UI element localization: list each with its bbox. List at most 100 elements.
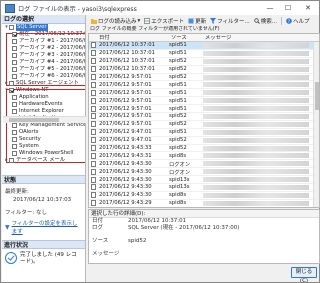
log-entry-icon — [91, 176, 96, 183]
tree-item[interactable]: ▾ SQL Server — [2, 24, 85, 31]
cell-message-redacted — [203, 177, 309, 183]
log-tree: ▾ SQL Server 現在 - 2017/06/12 10:37:00 アーカイブ… — [2, 24, 85, 164]
cell-message-redacted — [203, 66, 309, 72]
close-window-button[interactable]: ✕ — [297, 1, 319, 15]
log-checkbox[interactable] — [12, 39, 17, 44]
table-row[interactable]: 2017/06/12 10:37:01 spid51 — [89, 42, 319, 50]
maximize-button[interactable]: ☐ — [279, 1, 297, 15]
table-row[interactable]: 2017/06/12 10:37:01 spid52 — [89, 58, 319, 66]
search-button[interactable]: 検索... — [254, 17, 277, 25]
log-entry-icon — [91, 58, 96, 65]
cell-source: spid52 — [169, 66, 187, 73]
log-checkbox[interactable] — [9, 25, 14, 30]
column-date[interactable]: 日付 — [89, 34, 169, 41]
toolbar-separator — [281, 16, 283, 25]
log-checkbox[interactable] — [12, 137, 17, 142]
cell-message-redacted — [203, 90, 309, 96]
table-row[interactable]: 2017/06/12 9:57:01 spid52 — [89, 113, 319, 121]
table-row[interactable]: 2017/06/12 10:37:01 spid52 — [89, 66, 319, 74]
cell-date: 2017/06/12 9:57:01 — [99, 89, 152, 96]
progress-header: 進行状況 — [2, 240, 85, 249]
cell-message-redacted — [203, 74, 309, 80]
close-button[interactable]: 閉じる(C) — [291, 267, 317, 283]
cell-date: 2017/06/12 9:43:31 — [99, 152, 152, 159]
cell-source: spid8s — [169, 152, 187, 159]
log-checkbox[interactable] — [12, 109, 17, 114]
cell-message-redacted — [203, 161, 309, 167]
grid-vertical-scrollbar[interactable] — [313, 42, 319, 207]
log-entry-icon — [91, 97, 96, 104]
grid-header: 日付 ソース メッセージ — [89, 34, 319, 42]
log-checkbox[interactable] — [12, 123, 17, 128]
cell-date: 2017/06/12 9:43:29 — [99, 200, 152, 207]
refresh-button[interactable]: 更新 — [188, 17, 206, 25]
table-row[interactable]: 2017/06/12 9:57:01 spid51 — [89, 89, 319, 98]
log-checkbox[interactable] — [12, 67, 17, 72]
log-checkbox[interactable] — [12, 53, 17, 58]
table-row[interactable]: 2017/06/12 9:57:01 spid51 — [89, 81, 319, 90]
log-checkbox[interactable] — [12, 74, 17, 79]
cell-source: spid8s — [169, 192, 187, 199]
load-log-label: ログの読み込み — [98, 18, 137, 25]
export-button[interactable]: エクスポート — [144, 17, 184, 25]
log-checkbox[interactable] — [12, 102, 17, 107]
log-checkbox[interactable] — [9, 158, 14, 163]
cell-message-redacted — [203, 42, 309, 48]
log-checkbox[interactable] — [12, 32, 17, 37]
log-checkbox[interactable] — [9, 88, 14, 93]
tree-horizontal-scrollbar[interactable] — [3, 116, 87, 123]
table-row[interactable]: 2017/06/12 9:43:30 ログオン — [89, 160, 319, 169]
search-icon — [254, 17, 260, 24]
table-row[interactable]: 2017/06/12 10:37:01 spid51 — [89, 50, 319, 58]
log-checkbox[interactable] — [12, 46, 17, 51]
filter-icon: ▼ — [5, 223, 10, 231]
cell-message-redacted — [203, 192, 309, 198]
table-row[interactable]: 2017/06/12 9:43:30 spid13s — [89, 184, 319, 192]
log-checkbox[interactable] — [12, 144, 17, 149]
log-checkbox[interactable] — [12, 95, 17, 100]
table-row[interactable]: 2017/06/12 9:57:01 spid52 — [89, 74, 319, 82]
column-source[interactable]: ソース — [169, 34, 203, 41]
filter-status: フィルター: なし — [5, 210, 47, 216]
log-checkbox[interactable] — [12, 151, 17, 156]
table-row[interactable]: 2017/06/12 9:43:29 spid8s — [89, 200, 319, 207]
cell-source: ログオン — [169, 161, 191, 168]
log-checkbox[interactable] — [12, 60, 17, 65]
table-row[interactable]: 2017/06/12 9:57:01 spid52 — [89, 121, 319, 129]
column-message[interactable]: メッセージ — [203, 34, 319, 41]
cell-date: 2017/06/12 9:57:01 — [99, 97, 152, 104]
table-row[interactable]: 2017/06/12 9:47:01 spid51 — [89, 129, 319, 137]
table-row[interactable]: 2017/06/12 9:43:30 spid13s — [89, 176, 319, 185]
cell-date: 2017/06/12 9:57:01 — [99, 121, 152, 128]
cell-message-redacted — [203, 153, 309, 159]
table-row[interactable]: 2017/06/12 9:57:01 spid51 — [89, 97, 319, 106]
log-entry-icon — [91, 145, 96, 152]
table-row[interactable]: 2017/06/12 9:43:31 spid8s — [89, 152, 319, 161]
export-label: エクスポート — [151, 18, 185, 25]
cell-source: spid51 — [169, 97, 187, 104]
log-entry-icon — [91, 89, 96, 96]
log-entry-icon — [91, 113, 96, 120]
cell-message-redacted — [203, 145, 309, 151]
cell-date: 2017/06/12 9:57:01 — [99, 113, 152, 120]
filter-button[interactable]: フィルター... — [210, 17, 250, 25]
cell-date: 2017/06/12 9:47:01 — [99, 129, 152, 136]
table-row[interactable]: 2017/06/12 9:57:01 spid51 — [89, 105, 319, 114]
details-title: 選択した行の詳細(D): — [89, 210, 319, 218]
table-row[interactable]: 2017/06/12 9:43:33 spid52 — [89, 145, 319, 153]
help-button[interactable]: ? ヘルプ — [286, 17, 310, 25]
log-checkbox[interactable] — [12, 130, 17, 135]
filter-settings-link[interactable]: ▼ フィルターの設定を表示します — [5, 219, 82, 235]
load-log-button[interactable]: ログの読み込み ▾ — [91, 17, 140, 25]
cell-source: spid13s — [169, 184, 190, 191]
log-entry-icon — [91, 200, 96, 207]
table-row[interactable]: 2017/06/12 9:43:30 spid8s — [89, 192, 319, 200]
log-checkbox[interactable] — [9, 81, 14, 86]
table-row[interactable]: 2017/06/12 9:43:30 ログオン — [89, 168, 319, 177]
cell-source: spid51 — [169, 81, 187, 88]
minimize-button[interactable]: — — [261, 1, 279, 15]
cell-message-redacted — [203, 184, 309, 190]
table-row[interactable]: 2017/06/12 9:47:01 spid52 — [89, 137, 319, 145]
log-entry-icon — [91, 74, 96, 80]
cell-source: spid51 — [169, 42, 187, 49]
